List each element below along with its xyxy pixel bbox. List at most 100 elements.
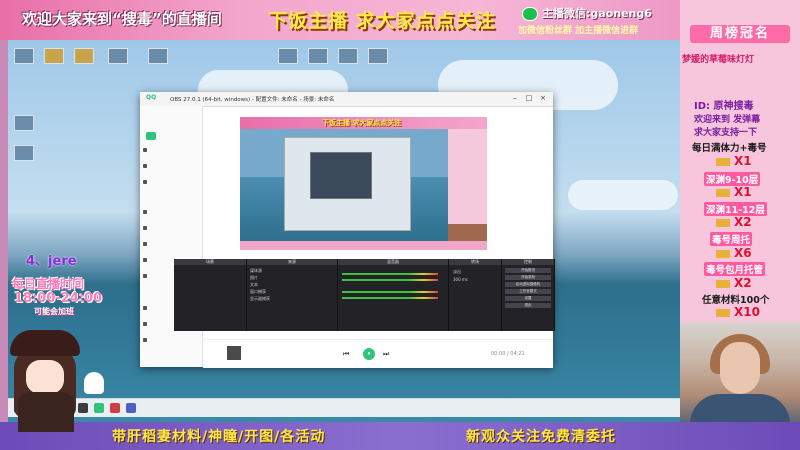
- desktop-file-icon[interactable]: [14, 145, 34, 161]
- sidebar-icon[interactable]: [143, 226, 147, 230]
- app-logo: QQ: [146, 94, 157, 101]
- start-streaming-button[interactable]: 开始推流: [505, 268, 551, 273]
- sidebar-icon[interactable]: [143, 306, 147, 310]
- reward-prize-value: X1: [734, 154, 752, 168]
- desktop-file-icon[interactable]: [308, 48, 328, 64]
- window-title: OBS 27.0.1 (64-bit, windows) - 配置文件: 未命名…: [170, 97, 335, 103]
- previous-track-icon[interactable]: ⏮: [343, 350, 349, 359]
- sidebar-item-active[interactable]: [146, 132, 156, 140]
- material-icon: [716, 188, 730, 197]
- sources-panel[interactable]: 来源 媒体源 图片 文本 窗口捕获 显示器捕获: [247, 259, 338, 331]
- desktop-file-icon[interactable]: [148, 48, 168, 64]
- scenes-panel[interactable]: 场景: [174, 259, 247, 331]
- reward-prize: X2: [716, 215, 752, 229]
- sidebar-icon[interactable]: [143, 164, 147, 168]
- schedule-title: 每日直播时间: [12, 277, 85, 291]
- sidebar-icon[interactable]: [143, 148, 147, 152]
- music-app-icon[interactable]: [94, 403, 104, 413]
- reward-label: 任意材料100个: [702, 295, 770, 306]
- reward-prize-value: X10: [734, 305, 760, 319]
- desktop-file-icon[interactable]: [368, 48, 388, 64]
- sidebar-icon[interactable]: [143, 180, 147, 184]
- reward-prize: X10: [716, 305, 760, 319]
- character-coat: [18, 392, 74, 432]
- sidebar-icon[interactable]: [143, 274, 147, 278]
- source-item[interactable]: 媒体源: [250, 268, 262, 274]
- mixer-panel[interactable]: 混音器: [338, 259, 449, 331]
- source-item[interactable]: 窗口捕获: [250, 289, 266, 295]
- preview-rank-panel: [448, 129, 487, 224]
- desktop-file-icon[interactable]: [14, 115, 34, 131]
- sidebar-icon[interactable]: [143, 242, 147, 246]
- reward-prize-value: X6: [734, 246, 752, 260]
- material-icon: [716, 249, 730, 258]
- desktop-file-icon[interactable]: [14, 48, 34, 64]
- preview-bottom-banner: [240, 241, 487, 250]
- obs-icon[interactable]: [78, 403, 88, 413]
- music-player-bar: ⏮ ⏸ ⏭ 00:00 / 04:21: [203, 339, 553, 368]
- source-item[interactable]: 文本: [250, 282, 258, 288]
- exit-button[interactable]: 退出: [505, 303, 551, 308]
- top-fan-name: 梦媛的草莓味灯灯: [682, 55, 755, 65]
- duration-field[interactable]: 300 ms: [453, 277, 468, 282]
- wechat-contact: 主播微信:gaoneng6: [542, 7, 652, 20]
- preview-webcam: [448, 224, 487, 241]
- info-line: 求大家支持一下: [694, 128, 758, 138]
- reward-prize-value: X1: [734, 185, 752, 199]
- follow-slogan: 下饭主播 求大家点点关注: [268, 10, 496, 32]
- maximize-icon[interactable]: □: [524, 94, 534, 102]
- transitions-header: 转场: [449, 259, 501, 265]
- material-icon: [716, 218, 730, 227]
- desktop-file-icon[interactable]: [278, 48, 298, 64]
- play-icon[interactable]: ⏸: [363, 348, 375, 360]
- next-track-icon[interactable]: ⏭: [383, 350, 389, 359]
- audio-meter: [342, 273, 438, 275]
- sidebar-icon[interactable]: [143, 322, 147, 326]
- reward-label: 毒号周托: [710, 232, 753, 246]
- material-icon: [716, 157, 730, 166]
- taskbar: [8, 398, 680, 417]
- sources-header: 来源: [247, 259, 337, 265]
- preview-nested-window: [310, 152, 372, 199]
- reward-prize: X6: [716, 246, 752, 260]
- source-item[interactable]: 显示器捕获: [250, 296, 270, 302]
- material-icon: [716, 308, 730, 317]
- app-icon[interactable]: [126, 403, 136, 413]
- desktop-file-icon[interactable]: [108, 48, 128, 64]
- album-art[interactable]: [227, 346, 241, 360]
- streamer-face: [720, 342, 760, 394]
- schedule-note: 可能会加班: [34, 307, 74, 316]
- wechat-icon: [522, 7, 538, 21]
- sidebar-icon[interactable]: [143, 210, 147, 214]
- folder-icon[interactable]: [44, 48, 64, 64]
- source-item[interactable]: 图片: [250, 275, 258, 281]
- scenes-header: 场景: [174, 259, 246, 265]
- mixer-header: 混音器: [338, 259, 448, 265]
- settings-button[interactable]: 设置: [505, 296, 551, 301]
- start-recording-button[interactable]: 开始录制: [505, 275, 551, 280]
- window-titlebar[interactable]: QQ OBS 27.0.1 (64-bit, windows) - 配置文件: …: [140, 92, 553, 107]
- reward-label: 毒号包月托管: [704, 262, 766, 276]
- studio-mode-button[interactable]: 工作室模式: [505, 289, 551, 294]
- info-line: 欢迎来到 发弹幕: [694, 115, 761, 125]
- controls-panel[interactable]: 控制 开始推流 开始录制 启动虚拟摄像机 工作室模式 设置 退出: [502, 259, 555, 331]
- reward-prize: X1: [716, 185, 752, 199]
- cloud: [568, 180, 678, 210]
- transitions-panel[interactable]: 转场 淡出 300 ms: [449, 259, 502, 331]
- app-icon[interactable]: [110, 403, 120, 413]
- reward-label: 深渊11-12层: [704, 202, 767, 216]
- desktop-file-icon[interactable]: [338, 48, 358, 64]
- webcam-feed: [680, 322, 800, 428]
- folder-icon[interactable]: [74, 48, 94, 64]
- stream-title: 欢迎大家来到“搜毒”的直播间: [22, 10, 222, 28]
- sidebar-icon[interactable]: [143, 338, 147, 342]
- sidebar-icon[interactable]: [143, 258, 147, 262]
- virtual-camera-button[interactable]: 启动虚拟摄像机: [505, 282, 551, 287]
- streamer-id: ID: 原神搜毒: [694, 101, 754, 112]
- obs-dock: 场景 来源 媒体源 图片 文本 窗口捕获 显示器捕获 混音器 转场 淡出 300…: [174, 259, 555, 331]
- audio-meter: [342, 297, 438, 299]
- wechat-subtitle: 加微信粉丝群 加主播微信进群: [518, 26, 639, 36]
- minimize-icon[interactable]: –: [510, 94, 520, 102]
- close-icon[interactable]: ×: [538, 94, 548, 102]
- transition-select[interactable]: 淡出: [453, 269, 461, 275]
